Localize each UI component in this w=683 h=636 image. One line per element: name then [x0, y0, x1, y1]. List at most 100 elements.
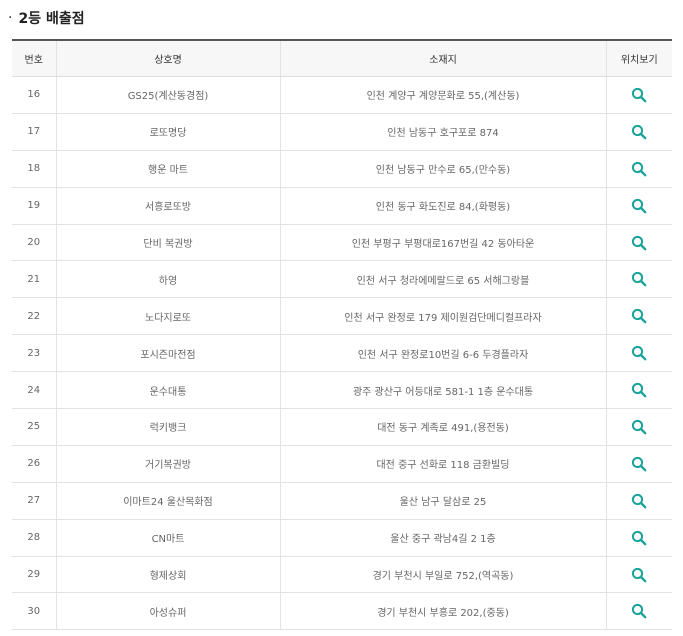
view-location-button[interactable]: [628, 158, 650, 180]
store-name: 노다지로또: [55, 297, 280, 336]
view-location-button[interactable]: [628, 490, 650, 512]
row-number: 18: [12, 150, 56, 188]
store-address: 인천 계양구 계양문화로 55,(계산동): [279, 76, 606, 114]
search-icon: [632, 346, 647, 361]
row-number: 17: [12, 113, 56, 151]
view-location-button[interactable]: [628, 600, 650, 622]
header-store-name: 상호명: [55, 39, 280, 77]
row-number: 29: [12, 556, 56, 594]
view-location-button[interactable]: [628, 268, 650, 290]
search-icon: [632, 161, 647, 177]
table-row: 21 하영 인천 서구 청라에메랄드로 65 서해그랑블: [12, 260, 672, 299]
view-location-cell: [605, 260, 672, 299]
section-title-text: 2등 배출점: [18, 11, 85, 27]
search-icon: [632, 456, 647, 472]
table-header-row: 번호 상호명 소재지 위치보기: [12, 39, 672, 77]
store-name: 럭키뱅크: [55, 408, 280, 446]
search-icon: [632, 530, 647, 546]
search-icon: [632, 198, 647, 214]
view-location-button[interactable]: [628, 453, 650, 475]
store-address: 인천 서구 청라에메랄드로 65 서해그랑블: [279, 260, 606, 299]
store-name: 하영: [55, 260, 280, 299]
table-row: 18 행운 마트 인천 남동구 만수로 65,(만수동): [12, 150, 672, 188]
view-location-button[interactable]: [628, 84, 650, 106]
store-address: 울산 남구 달삼로 25: [279, 482, 606, 520]
view-location-cell: [605, 334, 672, 373]
view-location-cell: [605, 113, 672, 151]
row-number: 24: [12, 371, 56, 410]
table-row: 30 아성슈퍼 경기 부천시 부흥로 202,(중동): [12, 592, 672, 631]
store-address: 경기 부천시 부일로 752,(역곡동): [279, 556, 606, 594]
title-bullet: ·: [8, 10, 13, 26]
search-icon: [632, 235, 647, 250]
view-location-cell: [605, 224, 672, 262]
store-address: 광주 광산구 어등대로 581-1 1층 운수대통: [279, 371, 606, 410]
row-number: 30: [12, 592, 56, 631]
store-name: GS25(계산동경점): [55, 76, 280, 114]
view-location-button[interactable]: [628, 527, 650, 549]
row-number: 21: [12, 260, 56, 299]
view-location-button[interactable]: [628, 305, 650, 327]
section-title: · 2등 배출점: [8, 6, 85, 30]
store-address: 대전 중구 선화로 118 금환빌딩: [279, 445, 606, 483]
store-name: CN마트: [55, 519, 280, 557]
row-number: 22: [12, 297, 56, 336]
view-location-cell: [605, 187, 672, 225]
table-row: 26 거기복권방 대전 중구 선화로 118 금환빌딩: [12, 445, 672, 483]
store-address: 대전 동구 계족로 491,(용전동): [279, 408, 606, 446]
view-location-cell: [605, 592, 672, 631]
store-address: 경기 부천시 부흥로 202,(중동): [279, 592, 606, 631]
view-location-cell: [605, 408, 672, 446]
view-location-button[interactable]: [628, 564, 650, 586]
view-location-button[interactable]: [628, 195, 650, 217]
table-row: 17 로또명당 인천 남동구 호구포로 874: [12, 113, 672, 151]
view-location-cell: [605, 371, 672, 410]
store-name: 단비 복권방: [55, 224, 280, 262]
search-icon: [632, 309, 647, 324]
store-name: 거기복권방: [55, 445, 280, 483]
view-location-cell: [605, 556, 672, 594]
search-icon: [632, 419, 647, 435]
view-location-button[interactable]: [628, 416, 650, 438]
view-location-cell: [605, 76, 672, 114]
view-location-cell: [605, 150, 672, 188]
row-number: 19: [12, 187, 56, 225]
table-row: 25 럭키뱅크 대전 동구 계족로 491,(용전동): [12, 408, 672, 446]
table-body: 16 GS25(계산동경점) 인천 계양구 계양문화로 55,(계산동) 17 로또명당…: [12, 76, 672, 631]
store-name: 로또명당: [55, 113, 280, 151]
view-location-button[interactable]: [628, 121, 650, 143]
table-row: 29 형제상회 경기 부천시 부일로 752,(역곡동): [12, 556, 672, 594]
store-name: 행운 마트: [55, 150, 280, 188]
store-name: 형제상회: [55, 556, 280, 594]
table-row: 27 이마트24 울산목화점 울산 남구 달삼로 25: [12, 482, 672, 520]
table-row: 24 운수대통 광주 광산구 어등대로 581-1 1층 운수대통: [12, 371, 672, 410]
store-address: 인천 동구 화도진로 84,(화평동): [279, 187, 606, 225]
table-row: 20 단비 복권방 인천 부평구 부평대로167번길 42 동아타운: [12, 224, 672, 262]
store-address: 인천 남동구 호구포로 874: [279, 113, 606, 151]
store-address: 울산 중구 곽남4길 2 1층: [279, 519, 606, 557]
header-view-location: 위치보기: [605, 39, 672, 77]
view-location-cell: [605, 297, 672, 336]
view-location-button[interactable]: [628, 232, 650, 254]
row-number: 28: [12, 519, 56, 557]
store-table: 번호 상호명 소재지 위치보기 16 GS25(계산동경점) 인천 계양구 계양문화…: [12, 39, 672, 631]
store-address: 인천 서구 완정로10번길 6-6 두경플라자: [279, 334, 606, 373]
search-icon: [632, 87, 647, 103]
search-icon: [632, 567, 647, 582]
view-location-button[interactable]: [628, 379, 650, 401]
row-number: 23: [12, 334, 56, 373]
store-name: 아성슈퍼: [55, 592, 280, 631]
table-row: 28 CN마트 울산 중구 곽남4길 2 1층: [12, 519, 672, 557]
search-icon: [632, 124, 647, 140]
row-number: 20: [12, 224, 56, 262]
row-number: 25: [12, 408, 56, 446]
row-number: 26: [12, 445, 56, 483]
table-row: 22 노다지로또 인천 서구 완정로 179 제이원검단메디컬프라자: [12, 297, 672, 336]
view-location-cell: [605, 445, 672, 483]
header-number: 번호: [12, 39, 56, 77]
search-icon: [632, 604, 647, 619]
view-location-button[interactable]: [628, 342, 650, 364]
row-number: 16: [12, 76, 56, 114]
store-address: 인천 부평구 부평대로167번길 42 동아타운: [279, 224, 606, 262]
search-icon: [632, 382, 647, 398]
